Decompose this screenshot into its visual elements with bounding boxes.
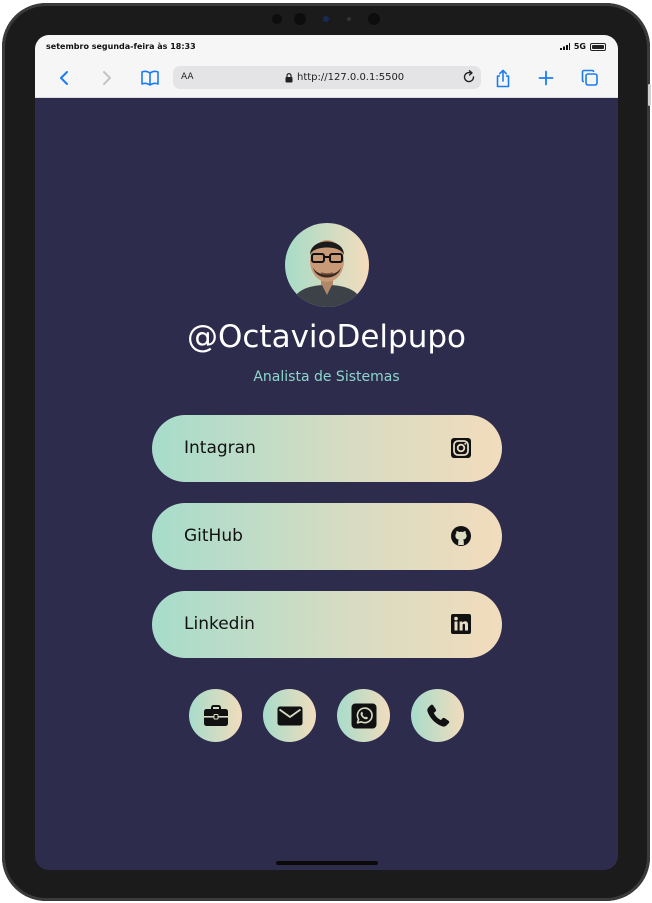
camera-lens (323, 16, 329, 22)
github-icon (450, 525, 472, 547)
link-label: Intagran (184, 438, 256, 458)
sensor-dot (272, 14, 282, 24)
whatsapp-button[interactable] (337, 689, 390, 742)
phone-icon (426, 704, 449, 727)
lock-icon (285, 72, 293, 82)
email-button[interactable] (263, 689, 316, 742)
page-content: @OctavioDelpupo Analista de Sistemas Int… (35, 97, 618, 870)
status-time: setembro segunda-feira às 18:33 (46, 42, 196, 51)
share-icon (496, 69, 510, 87)
forward-icon (103, 71, 111, 85)
back-icon (60, 71, 68, 85)
link-button-linkedin[interactable]: Linkedin (152, 591, 502, 658)
link-button-instagram[interactable]: Intagran (152, 415, 502, 482)
add-tab-icon (538, 70, 554, 86)
bookmarks-icon (141, 70, 159, 86)
profile-photo-icon (291, 240, 363, 307)
back-button[interactable] (53, 68, 75, 88)
status-indicators: 5G (559, 42, 606, 51)
text-size-button[interactable]: AA (181, 72, 194, 82)
battery-icon (590, 42, 606, 51)
screen: setembro segunda-feira às 18:33 5G AA ht… (35, 35, 618, 870)
linkedin-icon (450, 613, 472, 635)
sensor-dot (368, 13, 380, 25)
sensor-dot (347, 17, 351, 21)
address-bar[interactable]: AA http://127.0.0.1:5500 (173, 66, 481, 89)
home-indicator[interactable] (276, 861, 378, 865)
status-bar: setembro segunda-feira às 18:33 5G (35, 35, 618, 59)
link-button-github[interactable]: GitHub (152, 503, 502, 570)
url-display: http://127.0.0.1:5500 (285, 72, 404, 83)
reload-icon (463, 70, 475, 83)
profile-username: @OctavioDelpupo (186, 319, 467, 355)
signal-icon (559, 43, 570, 50)
briefcase-icon (203, 704, 228, 726)
instagram-icon (450, 437, 472, 459)
url-text: http://127.0.0.1:5500 (297, 72, 405, 83)
bookmarks-button[interactable] (139, 68, 161, 88)
link-label: Linkedin (184, 614, 255, 634)
portfolio-button[interactable] (189, 689, 242, 742)
phone-button[interactable] (411, 689, 464, 742)
sensor-dot (294, 13, 306, 25)
whatsapp-icon (351, 703, 376, 728)
tabs-icon (581, 69, 598, 86)
forward-button[interactable] (96, 68, 118, 88)
profile-role: Analista de Sistemas (253, 369, 400, 385)
avatar (285, 223, 369, 307)
mail-icon (277, 706, 302, 725)
tabs-overview-button[interactable] (579, 68, 601, 88)
reload-button[interactable] (461, 69, 477, 89)
browser-toolbar: AA http://127.0.0.1:5500 (35, 59, 618, 98)
share-button[interactable] (492, 68, 514, 88)
link-label: GitHub (184, 526, 243, 546)
network-label: 5G (573, 42, 586, 51)
volume-button (648, 84, 651, 106)
add-tab-button[interactable] (535, 68, 557, 88)
